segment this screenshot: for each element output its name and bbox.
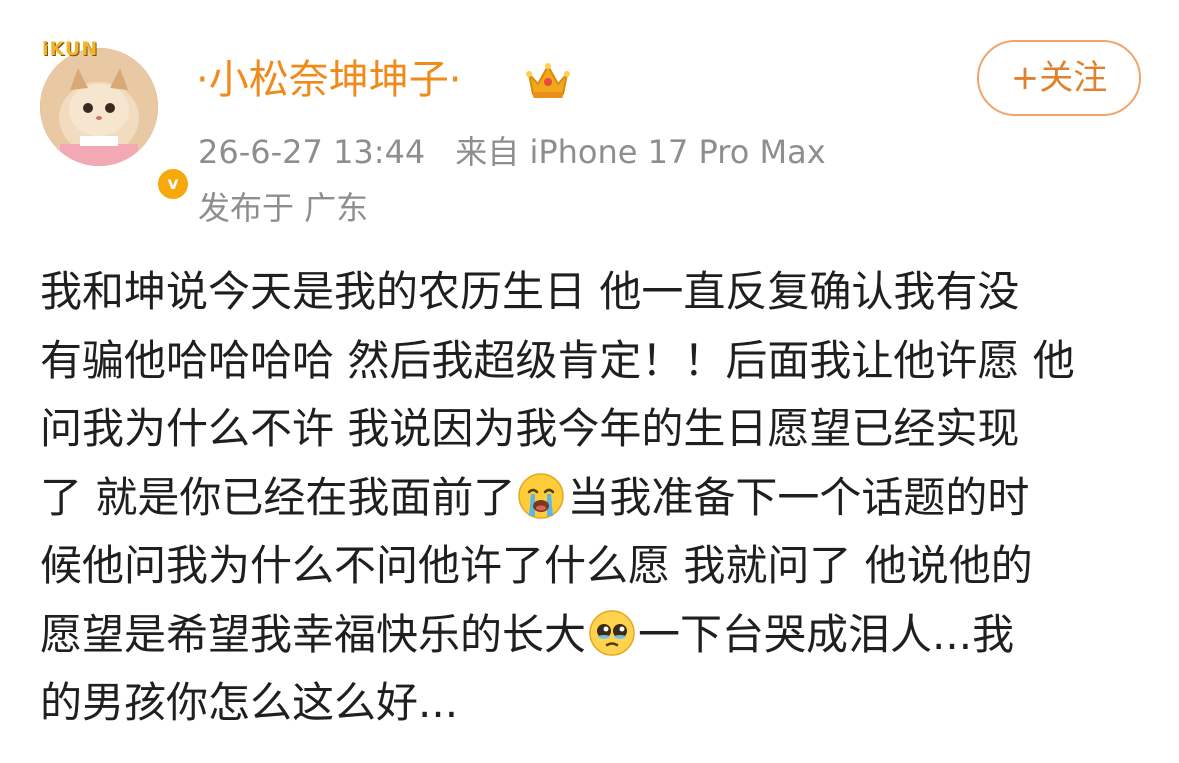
follow-button[interactable]: +关注: [977, 40, 1141, 116]
post-timestamp: 26-6-27 13:44: [198, 133, 426, 171]
post-line-text: 一下台哭成泪人...我: [638, 609, 1015, 659]
post-line: 候他问我为什么不问他许了什么愿 我就问了 他说他的: [40, 541, 1033, 590]
post-line: 我和坤说今天是我的农历生日 他一直反复确认我有没: [40, 267, 1020, 316]
cat-avatar-image: [40, 48, 158, 166]
avatar[interactable]: [40, 48, 158, 166]
loudly-crying-face-icon: [518, 472, 565, 519]
pleading-face-icon: [589, 609, 635, 656]
post-meta: 26-6-27 13:44 来自 iPhone 17 Pro Max: [198, 130, 826, 174]
weibo-post: iKUN v ·小松奈坤坤子· +关注 26-6-27 13:44 来自 iPho…: [0, 0, 1179, 763]
post-line: 的男孩你怎么这么好...: [40, 678, 459, 727]
post-line-text: 了 就是你已经在我面前了: [40, 472, 516, 522]
avatar-badge: iKUN: [42, 38, 99, 60]
post-content: 我和坤说今天是我的农历生日 他一直反复确认我有没 有骗他哈哈哈哈 然后我超级肯定…: [40, 258, 1150, 738]
post-line: 有骗他哈哈哈哈 然后我超级肯定！！后面我让他许愿 他: [40, 335, 1075, 385]
post-source[interactable]: 来自 iPhone 17 Pro Max: [455, 130, 825, 174]
avatar-container[interactable]: iKUN v: [38, 38, 191, 202]
post-line-text: 当我准备下一个话题的时: [567, 472, 1030, 522]
post-line-text: 愿望是希望我幸福快乐的长大: [40, 609, 587, 659]
post-line: 愿望是希望我幸福快乐的长大 一下台哭成泪人...我: [40, 601, 1150, 670]
post-line: 问我为什么不许 我说因为我今年的生日愿望已经实现: [40, 404, 1020, 453]
verified-icon: v: [155, 166, 191, 202]
post-location: 发布于 广东: [198, 189, 369, 227]
post-line: 了 就是你已经在我面前了 当我准备下一个话题的时: [40, 464, 1150, 533]
author-name[interactable]: ·小松奈坤坤子·: [196, 54, 461, 106]
crown-icon: [526, 63, 570, 98]
